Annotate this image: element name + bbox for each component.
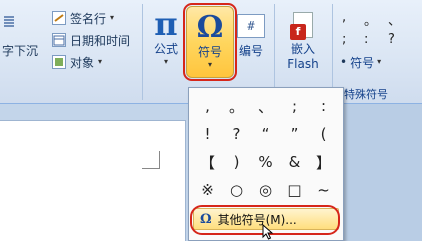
symbols-dropdown: , 。 、 ; : ! ? “ ” ( 【 ) % & 】 ※ ○ ◎ □ ~ … — [188, 87, 344, 241]
symbol-cell[interactable]: ~ — [309, 176, 338, 204]
formula-button[interactable]: π 公式 ▾ — [148, 6, 184, 67]
special-symbols-group-label: 特殊符号 — [344, 88, 388, 101]
date-time-button[interactable]: 日期和时间 — [52, 30, 130, 50]
quick-symbol[interactable]: ; — [342, 32, 346, 47]
symbol-cell[interactable]: 【 — [193, 148, 222, 176]
quick-symbol[interactable]: ? — [388, 32, 395, 47]
document-page[interactable] — [0, 120, 186, 241]
quick-symbol[interactable]: : — [364, 32, 368, 47]
chevron-down-icon: ▾ — [98, 57, 103, 66]
symbol-cell[interactable]: % — [251, 148, 280, 176]
group-separator — [274, 4, 275, 100]
symbol-grid: , 。 、 ; : ! ? “ ” ( 【 ) % & 】 ※ ○ ◎ □ ~ — [193, 92, 341, 204]
bullet-glyph: • — [340, 55, 348, 69]
symbol-cell[interactable]: ※ — [193, 176, 222, 204]
chevron-down-icon: ▾ — [163, 57, 168, 66]
number-icon: # — [237, 14, 265, 38]
page-corner-mark — [142, 151, 160, 169]
symbol-cell[interactable]: ) — [222, 148, 251, 176]
symbol-label: 符号 — [197, 45, 222, 59]
symbol-cell[interactable]: ; — [280, 92, 309, 120]
drop-cap-label: 字下沉 — [2, 43, 39, 58]
special-symbols-panel: , 。 、 ; : ? • 符号 ▾ — [334, 6, 420, 86]
special-symbol-button[interactable]: • 符号 ▾ — [340, 52, 381, 72]
symbol-cell[interactable]: ○ — [222, 176, 251, 204]
symbol-cell[interactable]: 】 — [309, 148, 338, 176]
symbol-cell[interactable]: : — [309, 92, 338, 120]
quick-symbol[interactable]: 、 — [388, 10, 401, 29]
quick-symbol[interactable]: 。 — [364, 10, 377, 29]
signature-line-label: 签名行 — [70, 11, 107, 26]
symbol-button[interactable]: Ω 符号 ▾ — [186, 6, 234, 78]
text-lines-icon — [2, 15, 16, 29]
date-time-label: 日期和时间 — [70, 33, 131, 48]
group-separator — [332, 4, 333, 100]
symbol-cell[interactable]: ! — [193, 120, 222, 148]
symbol-cell[interactable]: & — [280, 148, 309, 176]
number-button[interactable]: # 编号 — [236, 6, 266, 59]
quick-symbol[interactable]: , — [342, 10, 346, 25]
pi-icon: π — [154, 5, 178, 43]
signature-line-icon — [52, 11, 66, 25]
embed-flash-button[interactable]: f 嵌入 Flash — [282, 6, 324, 72]
flash-icon: f — [290, 12, 316, 42]
symbol-cell[interactable]: 、 — [251, 92, 280, 120]
object-icon — [52, 55, 66, 69]
symbol-cell[interactable]: “ — [251, 120, 280, 148]
more-symbols-label: 其他符号(M)... — [217, 212, 297, 227]
embed-label: 嵌入 — [290, 42, 315, 56]
special-symbol-label: 符号 — [350, 55, 375, 70]
drop-cap-button[interactable]: 字下沉 — [2, 40, 38, 60]
symbol-cell[interactable]: □ — [280, 176, 309, 204]
formula-label: 公式 — [153, 42, 178, 56]
symbol-cell[interactable]: , — [193, 92, 222, 120]
omega-icon: Ω — [196, 10, 224, 45]
group-separator — [142, 4, 143, 100]
chevron-down-icon: ▾ — [110, 13, 115, 22]
symbol-cell[interactable]: ( — [309, 120, 338, 148]
chevron-down-icon: ▾ — [207, 60, 212, 69]
number-label: 编号 — [238, 44, 263, 58]
align-icon-partial[interactable] — [2, 12, 16, 32]
calendar-icon — [52, 33, 66, 47]
object-label: 对象 — [70, 55, 95, 70]
flash-label: Flash — [287, 57, 319, 71]
symbol-cell[interactable]: 。 — [222, 92, 251, 120]
document-area-right — [344, 104, 422, 241]
symbol-cell[interactable]: ? — [222, 120, 251, 148]
mouse-cursor-icon — [262, 224, 274, 240]
object-button[interactable]: 对象 ▾ — [52, 52, 102, 72]
chevron-down-icon: ▾ — [377, 57, 382, 66]
signature-line-button[interactable]: 签名行 ▾ — [52, 8, 114, 28]
omega-icon: Ω — [200, 211, 212, 227]
symbol-cell[interactable]: ◎ — [251, 176, 280, 204]
symbol-cell[interactable]: ” — [280, 120, 309, 148]
